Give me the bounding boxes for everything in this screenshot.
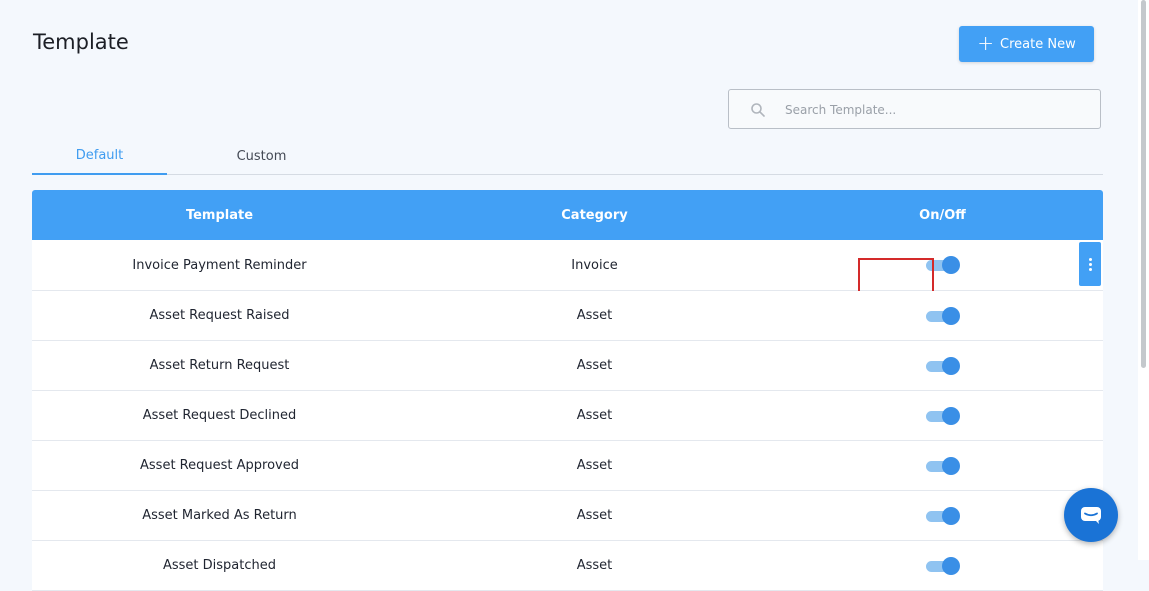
on-off-toggle[interactable] — [925, 356, 960, 375]
toggle-cell — [782, 406, 1103, 425]
template-name-cell: Asset Return Request — [149, 358, 290, 373]
more-options-icon[interactable] — [1079, 242, 1101, 286]
table-row: Asset Request Declined Asset — [32, 391, 1103, 441]
on-off-toggle[interactable] — [925, 406, 960, 425]
template-name-cell: Asset Marked As Return — [142, 508, 297, 523]
search-icon — [751, 103, 765, 117]
column-header-category: Category — [561, 207, 628, 223]
toggle-cell — [782, 356, 1103, 375]
table-row: Asset Return Request Asset — [32, 341, 1103, 391]
chat-icon — [1081, 507, 1101, 524]
column-header-on-off: On/Off — [919, 207, 966, 223]
table-row: Asset Dispatched Asset — [32, 541, 1103, 591]
scrollbar-thumb[interactable] — [1141, 0, 1146, 368]
template-name-cell: Asset Request Approved — [140, 458, 299, 473]
template-name-cell: Invoice Payment Reminder — [132, 257, 307, 273]
plus-icon: + — [977, 31, 995, 55]
search-input[interactable] — [783, 90, 1087, 130]
chat-button[interactable] — [1064, 488, 1118, 542]
toggle-cell — [782, 256, 1103, 304]
tab-custom[interactable]: Custom — [194, 137, 329, 175]
category-cell: Asset — [576, 558, 613, 573]
category-cell: Asset — [576, 408, 613, 423]
on-off-toggle[interactable] — [925, 556, 960, 575]
on-off-toggle[interactable] — [925, 306, 960, 325]
search-box[interactable] — [728, 89, 1101, 130]
template-name-cell: Asset Request Declined — [142, 408, 297, 423]
template-table: Template Category On/Off Invoice Payment… — [32, 190, 1103, 591]
toggle-cell — [782, 456, 1103, 475]
toggle-cell — [782, 506, 1103, 525]
table-row: Invoice Payment Reminder Invoice — [32, 240, 1103, 304]
category-cell: Asset — [576, 508, 613, 523]
create-new-label: Create New — [1000, 36, 1076, 52]
table-header: Template Category On/Off — [32, 190, 1103, 240]
column-header-template: Template — [185, 207, 254, 223]
page-scrollbar[interactable] — [1138, 0, 1149, 560]
category-cell: Asset — [576, 458, 613, 473]
toggle-cell — [782, 556, 1103, 575]
on-off-toggle[interactable] — [925, 506, 960, 525]
table-row: Asset Request Approved Asset — [32, 441, 1103, 491]
tab-default[interactable]: Default — [32, 137, 167, 175]
tab-bar: Default Custom — [32, 137, 1103, 175]
on-off-toggle[interactable] — [925, 456, 960, 475]
category-cell: Invoice — [571, 257, 618, 273]
table-row: Asset Request Raised Asset — [32, 291, 1103, 341]
page-title: Template — [33, 30, 129, 54]
create-new-button[interactable]: + Create New — [959, 26, 1094, 62]
category-cell: Asset — [576, 308, 613, 323]
template-name-cell: Asset Dispatched — [162, 558, 276, 573]
template-name-cell: Asset Request Raised — [149, 308, 290, 323]
category-cell: Asset — [576, 358, 613, 373]
table-row: Asset Marked As Return Asset — [32, 491, 1103, 541]
toggle-cell — [782, 306, 1103, 325]
